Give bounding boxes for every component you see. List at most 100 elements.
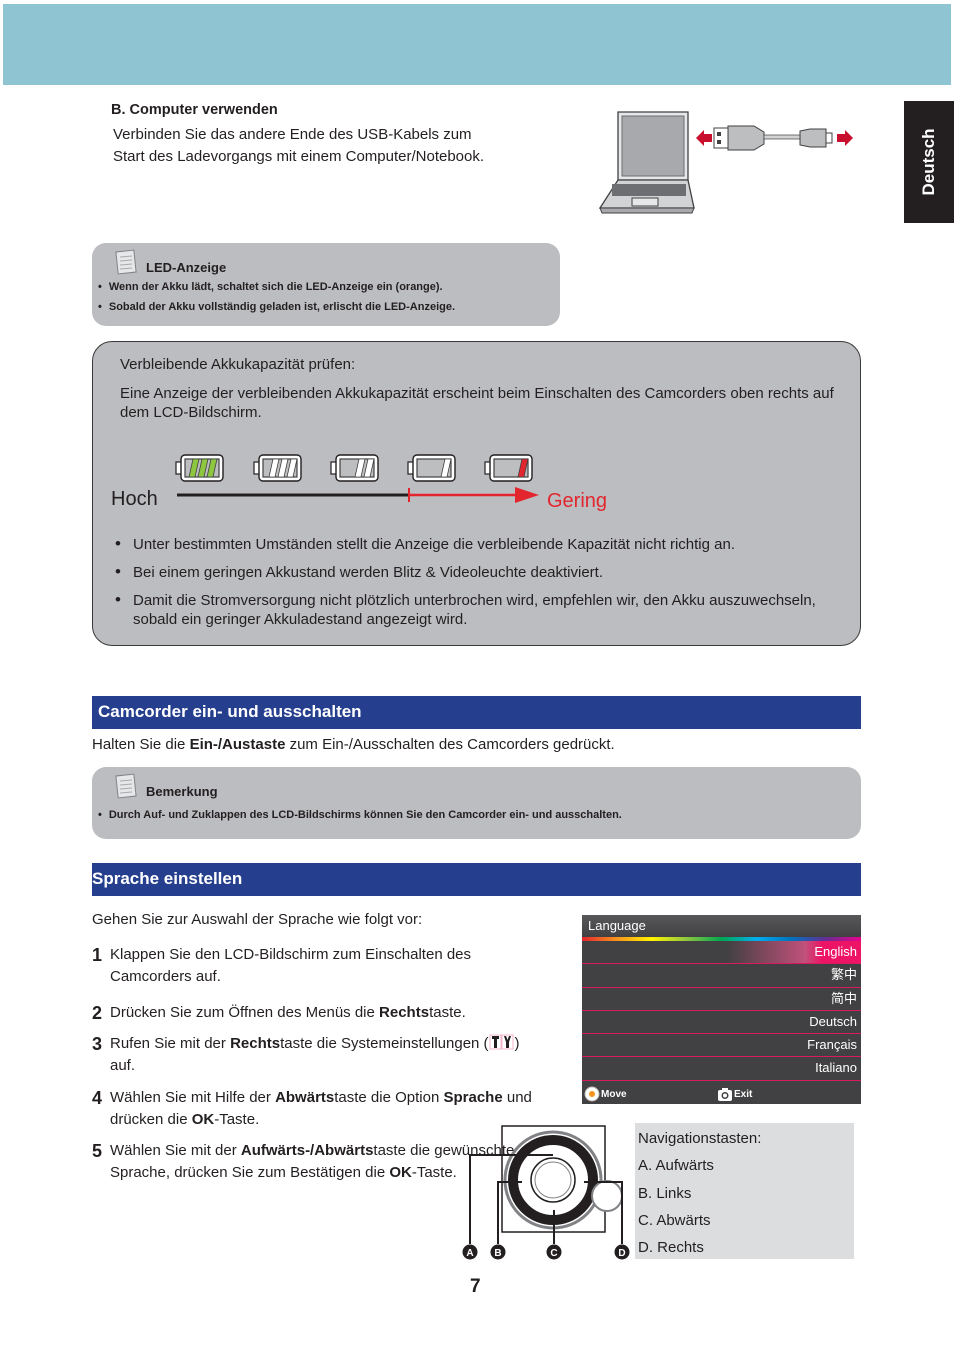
dpad-marker-b: B [490, 1244, 506, 1260]
nav-legend-item: C. Abwärts [638, 1211, 711, 1229]
notepad-icon [115, 773, 137, 799]
lcd-menu-item[interactable]: English [582, 941, 861, 965]
nav-legend-title: Navigationstasten: [638, 1130, 762, 1147]
lcd-menu-items: English 繁中 简中 Deutsch Français Italiano [582, 941, 861, 1081]
lcd-move-hint: Move [584, 1086, 627, 1102]
dpad-marker-c: C [546, 1244, 562, 1260]
lcd-language-menu: Language English 繁中 简中 Deutsch Français Itali… [582, 915, 861, 1104]
step-text: -Taste. [214, 1111, 260, 1128]
language-step: 2 Drücken Sie zum Öffnen des Menüs die Re… [92, 1002, 532, 1024]
remark-note: Bemerkung Durch Auf- und Zuklappen des L… [92, 767, 861, 839]
step-text: taste die Option [334, 1089, 444, 1106]
lcd-menu-item[interactable]: Italiano [582, 1057, 861, 1081]
step-text: Wählen Sie mit der [110, 1142, 241, 1159]
power-text-before: Halten Sie die [92, 736, 190, 753]
scale-high-label: Hoch [111, 488, 158, 510]
scale-arrowhead [515, 487, 539, 503]
nav-legend-item: B. Links [638, 1184, 692, 1202]
navigation-dpad-illustration: A B C D [462, 1125, 630, 1260]
usb-text-line: Start des Ladevorgangs mit einem Compute… [113, 148, 485, 165]
usb-section-text: Verbinden Sie das andere Ende des USB-Ka… [113, 124, 533, 168]
battery-note-item: Bei einem geringen Akkustand werden Blit… [113, 562, 863, 582]
battery-box-paragraph: Eine Anzeige der verbleibenden Akkukapaz… [120, 385, 834, 421]
step-text: Drücken Sie zum Öffnen des Menüs die [110, 1004, 380, 1021]
usb-section-title: B. Computer verwenden [111, 102, 278, 118]
nav-legend-item: A. Aufwärts [638, 1157, 714, 1175]
dpad-marker-d: D [614, 1244, 630, 1260]
battery-note-item: Unter bestimmten Umständen stellt die An… [113, 534, 863, 554]
lcd-exit-label: Exit [734, 1088, 753, 1100]
laptop-icon [598, 111, 695, 214]
battery-low-icon [407, 454, 456, 482]
lcd-menu-item[interactable]: Français [582, 1034, 861, 1058]
laptop-usb-illustration [598, 111, 853, 214]
lcd-move-label: Move [601, 1088, 627, 1100]
step-keyword: Abwärts [275, 1089, 335, 1106]
step-keyword: Rechts [379, 1004, 430, 1021]
power-instruction: Halten Sie die Ein-/Austaste zum Ein-/Au… [92, 736, 615, 753]
battery-full-icon [175, 454, 224, 482]
section-header-language: Sprache einstellen [92, 863, 861, 896]
remark-note-title: Bemerkung [146, 784, 218, 799]
lcd-menu-footer: Move Exit [582, 1082, 861, 1104]
side-tab-label: Deutsch [919, 128, 938, 196]
language-side-tab: Deutsch [904, 101, 954, 223]
usb-cable-icon [696, 125, 853, 151]
nav-legend-item: D. Rechts [638, 1239, 704, 1257]
step-text: Rufen Sie mit der [110, 1035, 231, 1052]
usb-text-line: Verbinden Sie das andere Ende des USB-Ka… [113, 126, 472, 143]
step-number: 3 [92, 1034, 103, 1054]
led-note-title: LED-Anzeige [146, 260, 227, 275]
led-note: LED-Anzeige Wenn der Akku lädt, schaltet… [92, 243, 560, 326]
battery-scale-arrow [177, 487, 539, 503]
scale-low-label: Gering [547, 490, 608, 512]
notepad-icon [115, 249, 137, 275]
lcd-menu-item[interactable]: 繁中 [582, 964, 861, 988]
step-text: -Taste. [411, 1164, 457, 1181]
step-number: 2 [92, 1003, 103, 1023]
language-intro: Gehen Sie zur Auswahl der Sprache wie fo… [92, 911, 423, 928]
step-keyword: Rechts [230, 1035, 281, 1052]
step-text: Wählen Sie mit Hilfe der [110, 1089, 276, 1106]
step-text: taste. [429, 1004, 466, 1021]
page-number: 7 [470, 1276, 481, 1297]
section-header-power: Camcorder ein- und ausschalten [92, 696, 861, 729]
svg-text:D: D [618, 1248, 625, 1259]
step-number: 4 [92, 1088, 103, 1108]
step-keyword: OK [389, 1164, 412, 1181]
dpad-icon [584, 1086, 600, 1102]
battery-notes-list: Unter bestimmten Umständen stellt die An… [113, 534, 863, 638]
remark-note-bullet: Durch Auf- und Zuklappen des LCD-Bildsch… [98, 809, 622, 821]
svg-text:B: B [494, 1248, 501, 1259]
battery-high-icon [253, 454, 302, 482]
step-number: 5 [92, 1141, 103, 1161]
step-keyword: Aufwärts-/Abwärts [240, 1142, 374, 1159]
step-number: 1 [92, 945, 103, 965]
language-step: 3 Rufen Sie mit der Rechtstaste die Syste… [92, 1033, 532, 1077]
lcd-menu-item[interactable]: Deutsch [582, 1011, 861, 1035]
step-keyword: OK [191, 1111, 215, 1128]
battery-note-item: Damit die Stromversorgung nicht plötzlic… [113, 590, 863, 629]
battery-empty-icon [484, 454, 533, 482]
led-note-bullet: Sobald der Akku vollständig geladen ist,… [98, 301, 455, 313]
battery-medium-icon [330, 454, 379, 482]
battery-capacity-box: Verbleibende Akkukapazität prüfen: Eine … [92, 341, 861, 646]
step-keyword: Sprache [443, 1089, 503, 1106]
battery-box-heading: Verbleibende Akkukapazität prüfen: [120, 356, 356, 373]
dpad-marker-a: A [462, 1244, 478, 1260]
system-settings-icon [489, 1034, 515, 1050]
step-text: Klappen Sie den LCD-Bildschirm zum Einsc… [110, 946, 472, 985]
svg-text:C: C [550, 1248, 557, 1259]
camera-icon [718, 1088, 732, 1101]
navigation-keys-legend: Navigationstasten: A. Aufwärts B. Links … [635, 1123, 854, 1259]
power-key-label: Ein-/Austaste [189, 736, 286, 753]
lcd-menu-item[interactable]: 简中 [582, 988, 861, 1011]
language-step: 1 Klappen Sie den LCD-Bildschirm zum Eins… [92, 944, 532, 988]
top-banner [3, 4, 951, 85]
step-text: taste die Systemeinstellungen ( [280, 1035, 489, 1052]
lcd-menu-title: Language [582, 915, 861, 937]
svg-text:A: A [466, 1248, 473, 1259]
power-text-after: zum Ein-/Ausschalten des Camcorders gedr… [285, 736, 615, 753]
led-note-bullet: Wenn der Akku lädt, schaltet sich die LE… [98, 281, 443, 293]
lcd-exit-hint: Exit [717, 1086, 752, 1102]
